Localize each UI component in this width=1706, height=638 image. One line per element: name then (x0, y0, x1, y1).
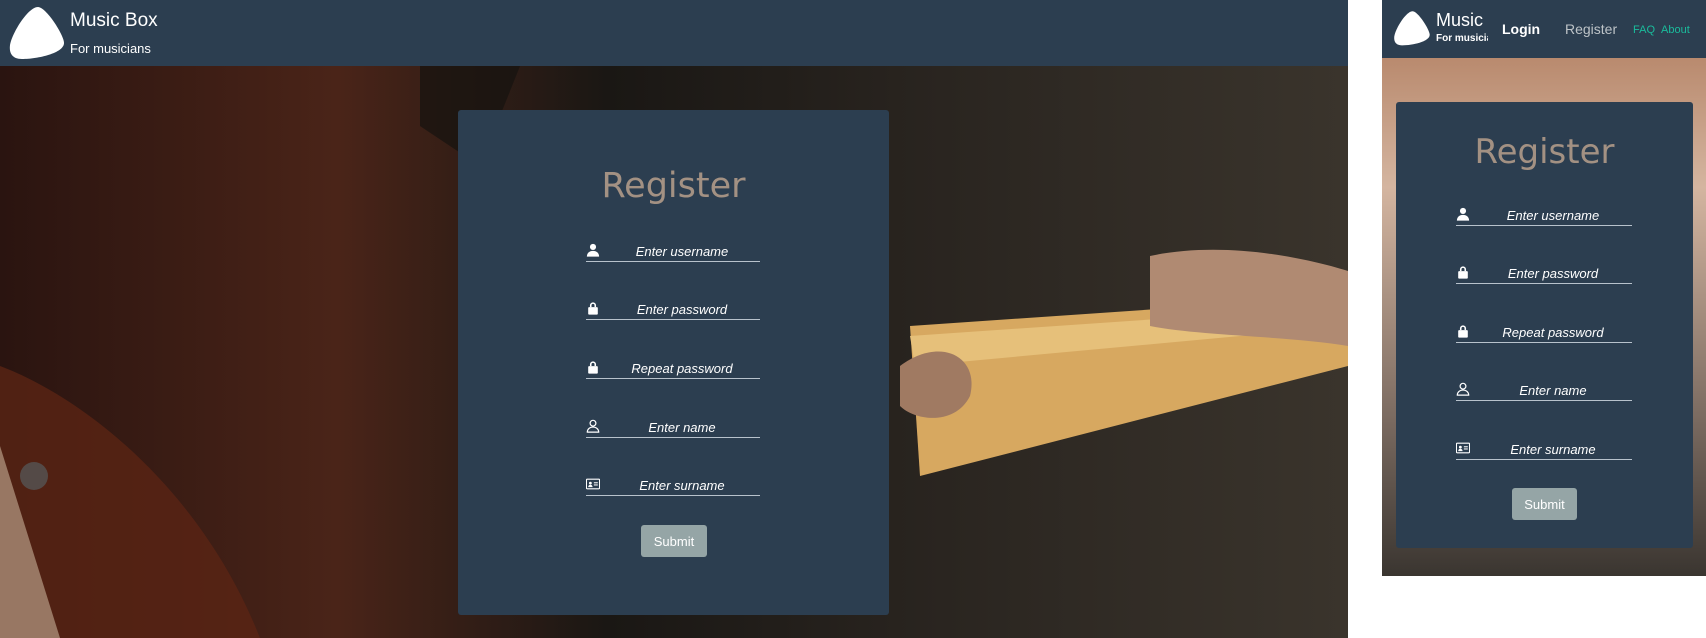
brand-name[interactable]: Music Box (1436, 10, 1488, 31)
logo-icon[interactable] (8, 5, 66, 60)
brand-tagline: For musicians (1436, 33, 1488, 44)
lock-icon (586, 360, 600, 374)
nav-about-link[interactable]: About (1661, 24, 1690, 36)
register-card: Register Submit (458, 110, 889, 615)
username-input[interactable] (604, 241, 760, 261)
mobile-view: Music Box For musicians Login Register F… (1382, 0, 1706, 576)
user-icon (1456, 207, 1470, 221)
lock-icon (586, 301, 600, 315)
nav-faq-link[interactable]: FAQ (1633, 24, 1655, 36)
register-card: Register Submit (1396, 102, 1693, 548)
brand-name[interactable]: Music Box (70, 10, 158, 32)
desktop-view: Music Box For musicians Register Enter u… (0, 0, 1348, 638)
password-field (1456, 263, 1632, 284)
lock-icon (1456, 265, 1470, 279)
name-input[interactable] (1474, 380, 1632, 400)
username-input[interactable] (1474, 205, 1632, 225)
user-icon (586, 243, 600, 257)
user-outline-icon (1456, 382, 1470, 396)
submit-button[interactable]: Submit (1512, 488, 1577, 520)
name-field (1456, 380, 1632, 401)
nav-login-link[interactable]: Login (1502, 21, 1540, 37)
password-input[interactable] (1474, 263, 1632, 283)
id-card-icon (586, 477, 600, 491)
brand-tagline: For musicians (70, 41, 151, 56)
surname-input[interactable] (1474, 439, 1632, 459)
nav-register-link[interactable]: Register (1565, 21, 1617, 37)
username-field (586, 241, 760, 262)
name-field (586, 417, 760, 438)
mobile-navbar: Music Box For musicians Login Register F… (1382, 0, 1706, 58)
password-input[interactable] (604, 299, 760, 319)
register-title: Register (1474, 132, 1615, 172)
logo-icon[interactable] (1393, 9, 1431, 47)
password-field (586, 299, 760, 320)
repeat-password-input[interactable] (604, 358, 760, 378)
surname-input[interactable] (604, 475, 760, 495)
navbar: Music Box For musicians (0, 0, 1348, 66)
lock-icon (1456, 324, 1470, 338)
id-card-icon (1456, 441, 1470, 455)
submit-button[interactable]: Submit (641, 525, 707, 557)
register-title: Register (601, 166, 746, 206)
surname-field (586, 475, 760, 496)
repeat-password-input[interactable] (1474, 322, 1632, 342)
name-input[interactable] (604, 417, 760, 437)
user-outline-icon (586, 419, 600, 433)
username-field (1456, 205, 1632, 226)
repeat-password-field (1456, 322, 1632, 343)
repeat-password-field (586, 358, 760, 379)
surname-field (1456, 439, 1632, 460)
